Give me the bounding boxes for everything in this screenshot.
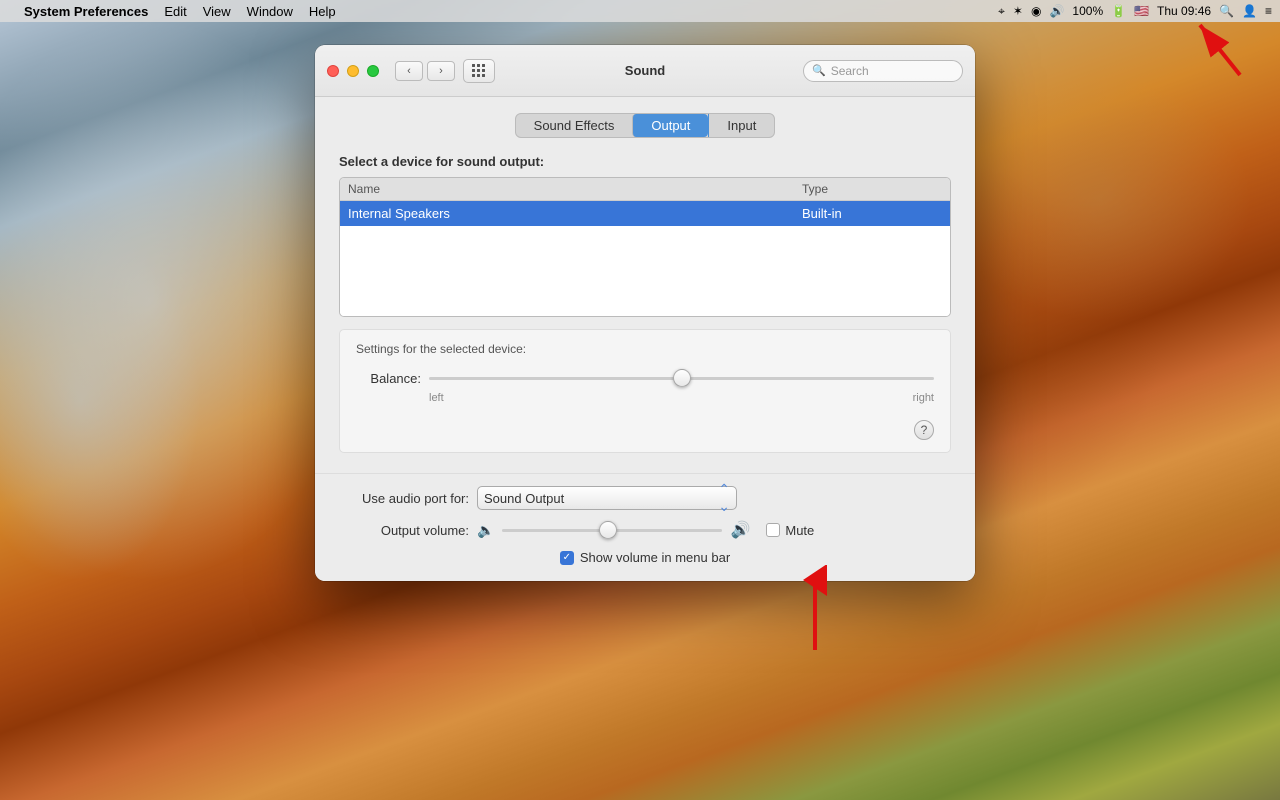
output-section-label: Select a device for sound output: bbox=[339, 154, 951, 169]
battery-icon: 🔋 bbox=[1111, 4, 1126, 18]
location-icon: ⌖ bbox=[998, 4, 1005, 19]
balance-track bbox=[429, 377, 934, 380]
balance-label: Balance: bbox=[356, 371, 421, 386]
settings-label: Settings for the selected device: bbox=[356, 342, 934, 356]
grid-dot bbox=[477, 64, 480, 67]
tab-group: Sound Effects Output Input bbox=[515, 113, 776, 138]
show-volume-checkbox[interactable]: ✓ bbox=[560, 551, 574, 565]
mute-checkbox[interactable] bbox=[766, 523, 780, 537]
window-title: Sound bbox=[625, 63, 665, 78]
search-icon: 🔍 bbox=[812, 64, 826, 77]
volume-track bbox=[502, 529, 722, 532]
volume-menubar-icon[interactable]: 🔊 bbox=[1049, 4, 1064, 18]
settings-section: Settings for the selected device: Balanc… bbox=[339, 329, 951, 453]
grid-dot bbox=[482, 69, 485, 72]
table-empty-area bbox=[340, 226, 950, 316]
help-button[interactable]: ? bbox=[914, 420, 934, 440]
volume-row: Output volume: 🔈 🔊 Mute bbox=[339, 520, 951, 540]
device-table: Name Type Internal Speakers Built-in bbox=[339, 177, 951, 317]
clock: Thu 09:46 bbox=[1157, 4, 1211, 18]
balance-right-label: right bbox=[913, 392, 934, 404]
window-content: Sound Effects Output Input Select a devi… bbox=[315, 97, 975, 473]
mute-label: Mute bbox=[785, 523, 814, 538]
menu-view[interactable]: View bbox=[203, 4, 231, 19]
tab-output[interactable]: Output bbox=[632, 114, 708, 137]
table-row[interactable]: Internal Speakers Built-in bbox=[340, 201, 950, 226]
balance-thumb[interactable] bbox=[673, 369, 691, 387]
menu-help[interactable]: Help bbox=[309, 4, 336, 19]
output-section: Select a device for sound output: Name T… bbox=[339, 154, 951, 317]
device-type: Built-in bbox=[802, 206, 942, 221]
show-volume-label: Show volume in menu bar bbox=[580, 550, 730, 565]
volume-slider[interactable] bbox=[502, 520, 722, 540]
titlebar: ‹ › Sound 🔍 Search bbox=[315, 45, 975, 97]
wifi-icon: ◉ bbox=[1031, 4, 1041, 18]
grid-dot bbox=[472, 64, 475, 67]
search-box[interactable]: 🔍 Search bbox=[803, 60, 963, 82]
tab-input[interactable]: Input bbox=[708, 114, 774, 137]
app-name[interactable]: System Preferences bbox=[24, 4, 148, 19]
balance-labels: left right bbox=[429, 392, 934, 404]
sound-window: ‹ › Sound 🔍 Search Sou bbox=[315, 45, 975, 581]
user-icon: 👤 bbox=[1242, 4, 1257, 18]
maximize-button[interactable] bbox=[367, 65, 379, 77]
balance-slider[interactable] bbox=[429, 368, 934, 388]
grid-dot bbox=[482, 74, 485, 77]
minimize-button[interactable] bbox=[347, 65, 359, 77]
audio-port-value: Sound Output bbox=[484, 491, 564, 506]
audio-port-dropdown[interactable]: Sound Output ⌃⌄ bbox=[477, 486, 737, 510]
balance-row: Balance: bbox=[356, 368, 934, 388]
tab-sound-effects[interactable]: Sound Effects bbox=[516, 114, 633, 137]
tabs-container: Sound Effects Output Input bbox=[339, 113, 951, 138]
nav-buttons: ‹ › bbox=[395, 61, 455, 81]
grid-dot bbox=[477, 69, 480, 72]
device-name: Internal Speakers bbox=[348, 206, 802, 221]
bottom-section: Use audio port for: Sound Output ⌃⌄ Outp… bbox=[315, 473, 975, 581]
volume-high-icon: 🔊 bbox=[730, 520, 750, 540]
volume-low-icon: 🔈 bbox=[477, 522, 494, 539]
audio-port-label: Use audio port for: bbox=[339, 491, 469, 506]
forward-button[interactable]: › bbox=[427, 61, 455, 81]
table-body: Internal Speakers Built-in bbox=[340, 201, 950, 316]
dropdown-arrow-icon: ⌃⌄ bbox=[718, 481, 730, 515]
back-button[interactable]: ‹ bbox=[395, 61, 423, 81]
traffic-lights bbox=[327, 65, 379, 77]
col-header-name: Name bbox=[348, 182, 802, 196]
close-button[interactable] bbox=[327, 65, 339, 77]
show-volume-row: ✓ Show volume in menu bar bbox=[339, 550, 951, 565]
audio-port-row: Use audio port for: Sound Output ⌃⌄ bbox=[339, 486, 951, 510]
output-volume-label: Output volume: bbox=[339, 523, 469, 538]
battery-percent: 100% bbox=[1072, 4, 1103, 18]
table-header: Name Type bbox=[340, 178, 950, 201]
search-menubar-icon[interactable]: 🔍 bbox=[1219, 4, 1234, 18]
volume-thumb[interactable] bbox=[599, 521, 617, 539]
search-placeholder: Search bbox=[831, 64, 869, 78]
grid-button[interactable] bbox=[463, 59, 495, 83]
grid-dot bbox=[472, 69, 475, 72]
grid-dot bbox=[477, 74, 480, 77]
balance-left-label: left bbox=[429, 392, 444, 404]
flag-icon: 🇺🇸 bbox=[1134, 4, 1149, 18]
menubar: System Preferences Edit View Window Help… bbox=[0, 0, 1280, 22]
list-icon: ≡ bbox=[1265, 4, 1272, 18]
grid-dot bbox=[472, 74, 475, 77]
menu-window[interactable]: Window bbox=[247, 4, 293, 19]
bluetooth-icon: ✶ bbox=[1013, 4, 1023, 18]
menu-edit[interactable]: Edit bbox=[164, 4, 186, 19]
col-header-type: Type bbox=[802, 182, 942, 196]
grid-dot bbox=[482, 64, 485, 67]
